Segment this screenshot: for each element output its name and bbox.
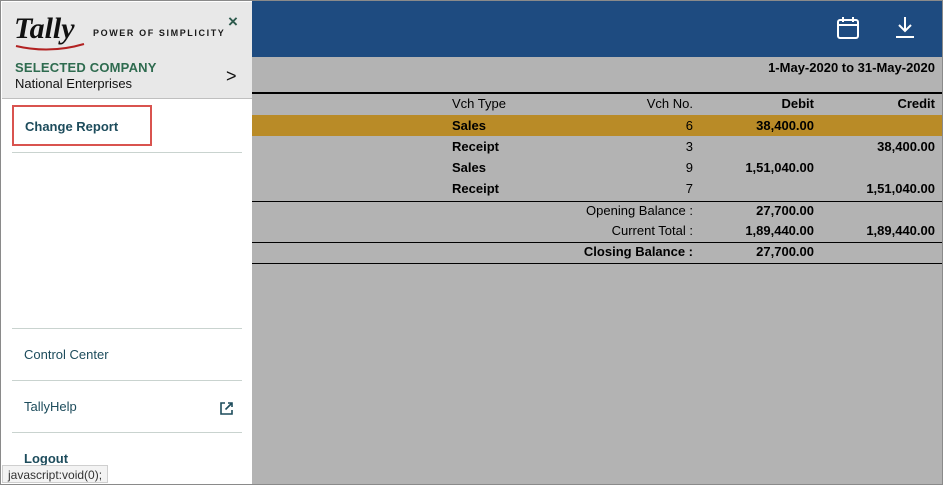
tally-logo: Tally — [14, 12, 85, 51]
row-credit: 38,400.00 — [877, 139, 935, 154]
calendar-icon[interactable] — [835, 15, 861, 41]
browser-status-bar: javascript:void(0); — [2, 465, 109, 483]
divider — [12, 380, 242, 381]
closing-rule-bottom — [252, 263, 942, 264]
report-period: 1-May-2020 to 31-May-2020 — [768, 60, 935, 75]
row-debit: 1,51,040.00 — [745, 160, 814, 175]
current-total-label: Current Total : — [611, 223, 693, 238]
control-center-label: Control Center — [24, 347, 109, 362]
row-vch-no: 9 — [685, 160, 693, 175]
table-row[interactable]: Receipt 7 1,51,040.00 — [252, 178, 942, 199]
tallyhelp-link[interactable]: TallyHelp — [12, 399, 242, 419]
chevron-right-icon[interactable]: > — [226, 66, 237, 87]
column-header-row: Vch Type Vch No. Debit Credit — [252, 93, 942, 114]
row-vch-type: Receipt — [452, 139, 499, 154]
col-vch-no: Vch No. — [646, 96, 693, 111]
row-vch-no: 3 — [685, 139, 693, 154]
col-debit: Debit — [781, 96, 815, 111]
download-icon[interactable] — [892, 15, 918, 41]
control-center-link[interactable]: Control Center — [12, 347, 242, 367]
company-name: National Enterprises — [15, 76, 133, 91]
divider — [12, 432, 242, 433]
opening-balance-row: Opening Balance : 27,700.00 — [252, 200, 942, 221]
closing-balance-debit: 27,700.00 — [756, 244, 814, 259]
opening-balance-label: Opening Balance : — [586, 203, 693, 218]
row-vch-type: Receipt — [452, 181, 499, 196]
closing-balance-row: Closing Balance : 27,700.00 — [252, 241, 942, 262]
current-total-credit: 1,89,440.00 — [866, 223, 935, 238]
logo-text: Tally — [14, 12, 75, 45]
table-row[interactable]: Receipt 3 38,400.00 — [252, 136, 942, 157]
row-credit: 1,51,040.00 — [866, 181, 935, 196]
app-frame: 1-May-2020 to 31-May-2020 Vch Type Vch N… — [0, 0, 943, 485]
divider — [12, 152, 242, 153]
closing-balance-label: Closing Balance : — [583, 244, 693, 259]
row-vch-type: Sales — [452, 160, 486, 175]
current-total-row: Current Total : 1,89,440.00 1,89,440.00 — [252, 220, 942, 241]
tallyhelp-label: TallyHelp — [24, 399, 77, 414]
external-link-icon[interactable] — [219, 401, 234, 416]
col-vch-type: Vch Type — [452, 96, 506, 111]
close-icon[interactable]: × — [228, 13, 238, 30]
row-vch-no: 6 — [685, 118, 693, 133]
top-bar — [252, 1, 942, 57]
row-vch-type: Sales — [452, 118, 486, 133]
logout-label: Logout — [24, 451, 69, 466]
divider — [12, 328, 242, 329]
current-total-debit: 1,89,440.00 — [745, 223, 814, 238]
row-vch-no: 7 — [685, 181, 693, 196]
selected-company-label: SELECTED COMPANY — [15, 60, 157, 75]
change-report-button[interactable]: Change Report — [12, 105, 152, 146]
side-drawer: Tally POWER OF SIMPLICITY × SELECTED COM… — [2, 2, 252, 484]
opening-balance-debit: 27,700.00 — [756, 203, 814, 218]
row-debit: 38,400.00 — [756, 118, 814, 133]
drawer-header: Tally POWER OF SIMPLICITY × SELECTED COM… — [2, 2, 252, 99]
col-credit: Credit — [897, 96, 935, 111]
logo-tagline: POWER OF SIMPLICITY — [93, 28, 226, 38]
report-area: 1-May-2020 to 31-May-2020 Vch Type Vch N… — [252, 1, 942, 484]
table-row[interactable]: Sales 9 1,51,040.00 — [252, 157, 942, 178]
table-row[interactable]: Sales 6 38,400.00 — [252, 115, 942, 136]
